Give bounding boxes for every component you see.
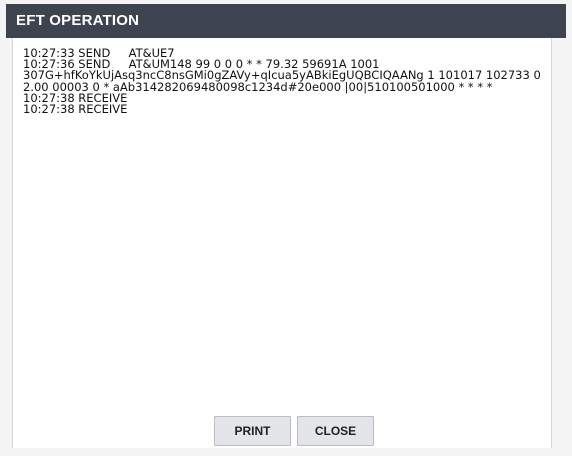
dialog-title: EFT OPERATION: [16, 12, 140, 29]
close-button[interactable]: CLOSE: [297, 416, 374, 446]
log-line: 10:27:38 RECEIVE: [23, 102, 128, 117]
log-panel: 10:27:33 SEND AT&UE7 10:27:36 SEND AT&UM…: [12, 38, 552, 448]
eft-operation-dialog: EFT OPERATION 10:27:33 SEND AT&UE7 10:27…: [0, 0, 572, 456]
log-text: 10:27:33 SEND AT&UE7 10:27:36 SEND AT&UM…: [23, 47, 547, 117]
print-button[interactable]: PRINT: [214, 416, 291, 446]
dialog-title-bar: EFT OPERATION: [6, 4, 566, 38]
